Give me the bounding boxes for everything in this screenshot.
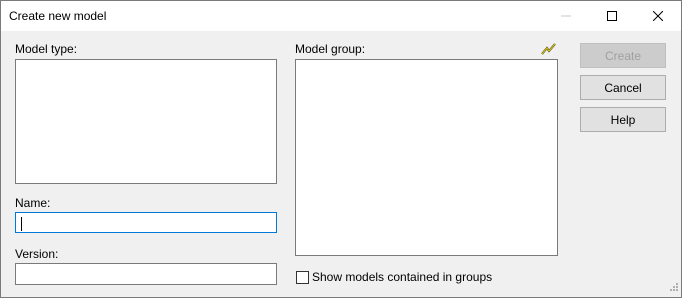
model-type-label: Model type: bbox=[15, 42, 78, 56]
close-button[interactable] bbox=[635, 1, 681, 31]
model-type-list[interactable] bbox=[15, 59, 277, 184]
title-bar[interactable]: Create new model bbox=[1, 1, 681, 31]
minimize-icon bbox=[561, 15, 571, 17]
lightning-icon[interactable] bbox=[541, 43, 557, 58]
text-caret bbox=[21, 217, 22, 231]
cancel-button[interactable]: Cancel bbox=[580, 75, 666, 100]
show-groups-checkbox[interactable] bbox=[296, 271, 309, 284]
name-field[interactable] bbox=[15, 212, 277, 233]
maximize-button[interactable] bbox=[589, 1, 635, 31]
version-label: Version: bbox=[15, 247, 59, 261]
create-model-dialog: Create new model Model type: Model group… bbox=[0, 0, 682, 298]
model-group-list[interactable] bbox=[295, 59, 558, 256]
minimize-button bbox=[543, 1, 589, 31]
help-button[interactable]: Help bbox=[580, 107, 666, 132]
create-button[interactable]: Create bbox=[580, 43, 666, 68]
maximize-icon bbox=[607, 11, 617, 21]
version-field[interactable] bbox=[15, 263, 277, 285]
close-icon bbox=[653, 11, 663, 21]
resize-grip-icon[interactable] bbox=[669, 281, 679, 295]
window-title: Create new model bbox=[9, 9, 107, 23]
name-label: Name: bbox=[15, 196, 51, 210]
model-group-label: Model group: bbox=[295, 42, 366, 56]
show-groups-label[interactable]: Show models contained in groups bbox=[312, 270, 492, 284]
